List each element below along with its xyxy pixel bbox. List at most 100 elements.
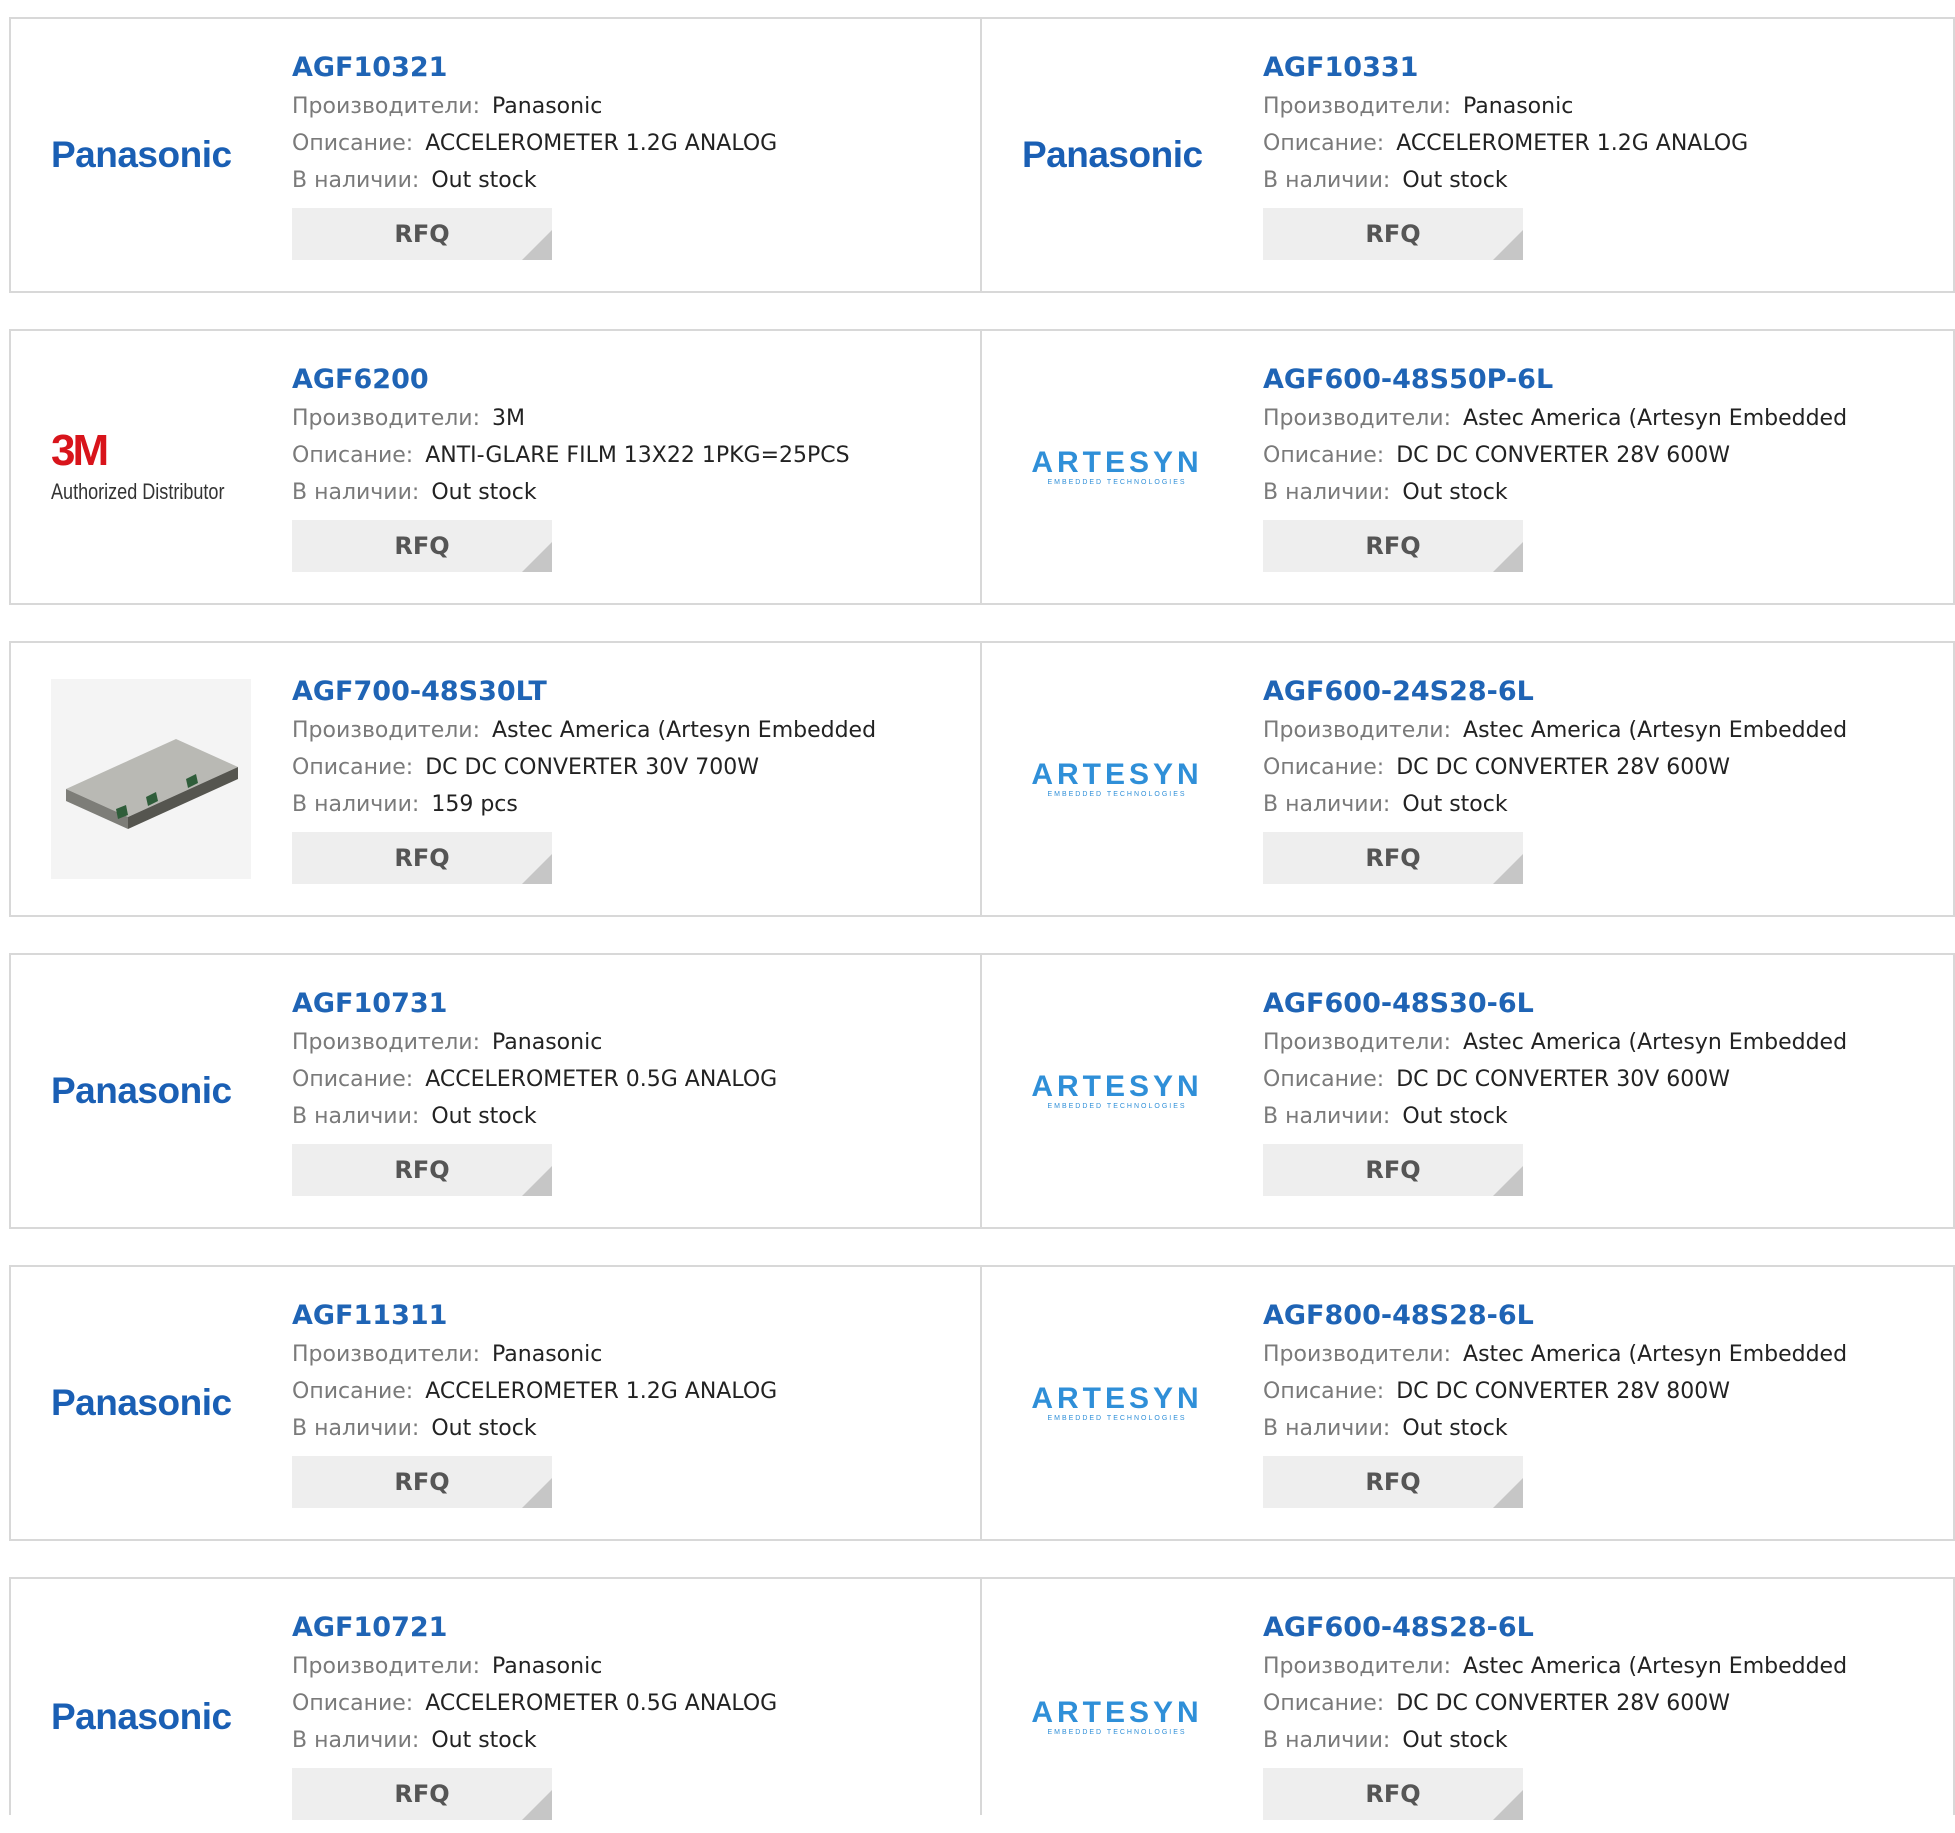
stock-line: В наличии: Out stock	[292, 1410, 777, 1447]
manufacturer-logo: Panasonic	[1022, 110, 1222, 200]
part-number-link[interactable]: AGF10731	[292, 984, 777, 1024]
panasonic-logo-text: Panasonic	[51, 1382, 232, 1423]
product-info: AGF800-48S28-6L Производители: Astec Amer…	[1263, 1296, 1847, 1508]
stock-line: В наличии: Out stock	[1263, 474, 1847, 511]
panasonic-logo-text: Panasonic	[51, 134, 232, 175]
product-row: Panasonic AGF10721 Производители: Panason…	[9, 1577, 1955, 1820]
product-info: AGF10331 Производители: Panasonic Описани…	[1263, 48, 1748, 260]
product-info: AGF11311 Производители: Panasonic Описани…	[292, 1296, 777, 1508]
panasonic-logo-text: Panasonic	[1022, 134, 1203, 175]
rfq-label: RFQ	[1365, 532, 1421, 560]
manufacturer-label: Производители:	[292, 1342, 481, 1367]
manufacturer-line: Производители: Panasonic	[292, 1336, 777, 1373]
description-label: Описание:	[292, 1067, 414, 1092]
stock-value: 159 pcs	[431, 792, 518, 817]
description-value: ANTI-GLARE FILM 13X22 1PKG=25PCS	[425, 443, 850, 468]
product-card: ARTESYN EMBEDDED TECHNOLOGIES AGF600-24S…	[982, 643, 1953, 915]
rfq-button[interactable]: RFQ	[1263, 1768, 1523, 1820]
rfq-button[interactable]: RFQ	[292, 1144, 552, 1196]
rfq-button[interactable]: RFQ	[1263, 1456, 1523, 1508]
part-number-link[interactable]: AGF800-48S28-6L	[1263, 1296, 1847, 1336]
manufacturer-line: Производители: Panasonic	[292, 1024, 777, 1061]
description-label: Описание:	[292, 755, 414, 780]
part-number-link[interactable]: AGF600-24S28-6L	[1263, 672, 1847, 712]
stock-label: В наличии:	[292, 1416, 420, 1441]
artesyn-logo-mark: ARTESYN	[1031, 757, 1203, 791]
corner-triangle-icon	[522, 542, 552, 572]
stock-line: В наличии: 159 pcs	[292, 786, 876, 823]
manufacturer-logo: ARTESYN EMBEDDED TECHNOLOGIES	[1022, 422, 1222, 512]
rfq-button[interactable]: RFQ	[1263, 208, 1523, 260]
description-label: Описание:	[292, 1379, 414, 1404]
manufacturer-logo: Panasonic	[51, 1358, 251, 1448]
rfq-button[interactable]: RFQ	[1263, 832, 1523, 884]
manufacturer-label: Производители:	[292, 94, 481, 119]
rfq-button[interactable]: RFQ	[292, 208, 552, 260]
description-line: Описание: DC DC CONVERTER 28V 600W	[1263, 437, 1847, 474]
part-number-link[interactable]: AGF600-48S50P-6L	[1263, 360, 1847, 400]
product-photo	[51, 679, 251, 879]
stock-line: В наличии: Out stock	[1263, 1098, 1847, 1135]
artesyn-logo-subtitle: EMBEDDED TECHNOLOGIES	[1047, 1102, 1187, 1110]
rfq-button[interactable]: RFQ	[292, 832, 552, 884]
part-number-link[interactable]: AGF600-48S28-6L	[1263, 1608, 1847, 1648]
manufacturer-value: Astec America (Artesyn Embedded	[1463, 1030, 1848, 1055]
stock-line: В наличии: Out stock	[292, 474, 850, 511]
part-number-link[interactable]: AGF6200	[292, 360, 850, 400]
part-number-link[interactable]: AGF10321	[292, 48, 777, 88]
manufacturer-line: Производители: Astec America (Artesyn Emb…	[1263, 712, 1847, 749]
artesyn-logo-mark: ARTESYN	[1031, 1381, 1203, 1415]
manufacturer-value: Panasonic	[1463, 94, 1574, 119]
rfq-button[interactable]: RFQ	[1263, 1144, 1523, 1196]
product-row: 3M Authorized Distributor AGF6200 Произв…	[9, 329, 1955, 605]
rfq-label: RFQ	[1365, 1156, 1421, 1184]
stock-value: Out stock	[1402, 168, 1508, 193]
rfq-label: RFQ	[1365, 1780, 1421, 1808]
description-value: DC DC CONVERTER 30V 700W	[425, 755, 759, 780]
manufacturer-line: Производители: Astec America (Artesyn Emb…	[1263, 1336, 1847, 1373]
stock-label: В наличии:	[1263, 1104, 1391, 1129]
product-card: Panasonic AGF10321 Производители: Panason…	[11, 19, 982, 291]
description-label: Описание:	[1263, 755, 1385, 780]
description-value: ACCELEROMETER 0.5G ANALOG	[425, 1067, 778, 1092]
part-number-link[interactable]: AGF10331	[1263, 48, 1748, 88]
rfq-label: RFQ	[394, 1468, 450, 1496]
corner-triangle-icon	[1493, 542, 1523, 572]
rfq-label: RFQ	[394, 532, 450, 560]
manufacturer-logo: ARTESYN EMBEDDED TECHNOLOGIES	[1022, 1358, 1222, 1448]
part-number-link[interactable]: AGF700-48S30LT	[292, 672, 876, 712]
product-card: Panasonic AGF10331 Производители: Panason…	[982, 19, 1953, 291]
manufacturer-logo: Panasonic	[51, 1046, 251, 1136]
rfq-button[interactable]: RFQ	[292, 1768, 552, 1820]
product-info: AGF600-48S50P-6L Производители: Astec Ame…	[1263, 360, 1847, 572]
artesyn-logo: ARTESYN EMBEDDED TECHNOLOGIES	[1022, 1381, 1212, 1422]
stock-value: Out stock	[1402, 1416, 1508, 1441]
manufacturer-line: Производители: Astec America (Artesyn Emb…	[1263, 1024, 1847, 1061]
rfq-button[interactable]: RFQ	[1263, 520, 1523, 572]
description-value: DC DC CONVERTER 28V 800W	[1396, 1379, 1730, 1404]
stock-value: Out stock	[1402, 792, 1508, 817]
product-card: ARTESYN EMBEDDED TECHNOLOGIES AGF600-48S…	[982, 955, 1953, 1227]
manufacturer-label: Производители:	[292, 406, 481, 431]
stock-value: Out stock	[431, 168, 537, 193]
product-info: AGF600-48S30-6L Производители: Astec Amer…	[1263, 984, 1847, 1196]
part-number-link[interactable]: AGF10721	[292, 1608, 777, 1648]
stock-value: Out stock	[431, 1416, 537, 1441]
artesyn-logo: ARTESYN EMBEDDED TECHNOLOGIES	[1022, 757, 1212, 798]
stock-line: В наличии: Out stock	[292, 1098, 777, 1135]
stock-value: Out stock	[431, 1728, 537, 1753]
part-number-link[interactable]: AGF600-48S30-6L	[1263, 984, 1847, 1024]
manufacturer-logo: ARTESYN EMBEDDED TECHNOLOGIES	[1022, 734, 1222, 824]
stock-value: Out stock	[1402, 1104, 1508, 1129]
manufacturer-line: Производители: Panasonic	[292, 1648, 777, 1685]
rfq-button[interactable]: RFQ	[292, 520, 552, 572]
description-value: ACCELEROMETER 1.2G ANALOG	[1396, 131, 1749, 156]
product-row: Panasonic AGF11311 Производители: Panason…	[9, 1265, 1955, 1541]
stock-line: В наличии: Out stock	[1263, 786, 1847, 823]
rfq-label: RFQ	[394, 1780, 450, 1808]
product-row: Panasonic AGF10321 Производители: Panason…	[9, 17, 1955, 293]
manufacturer-line: Производители: Panasonic	[1263, 88, 1748, 125]
artesyn-logo: ARTESYN EMBEDDED TECHNOLOGIES	[1022, 1697, 1212, 1736]
rfq-button[interactable]: RFQ	[292, 1456, 552, 1508]
part-number-link[interactable]: AGF11311	[292, 1296, 777, 1336]
